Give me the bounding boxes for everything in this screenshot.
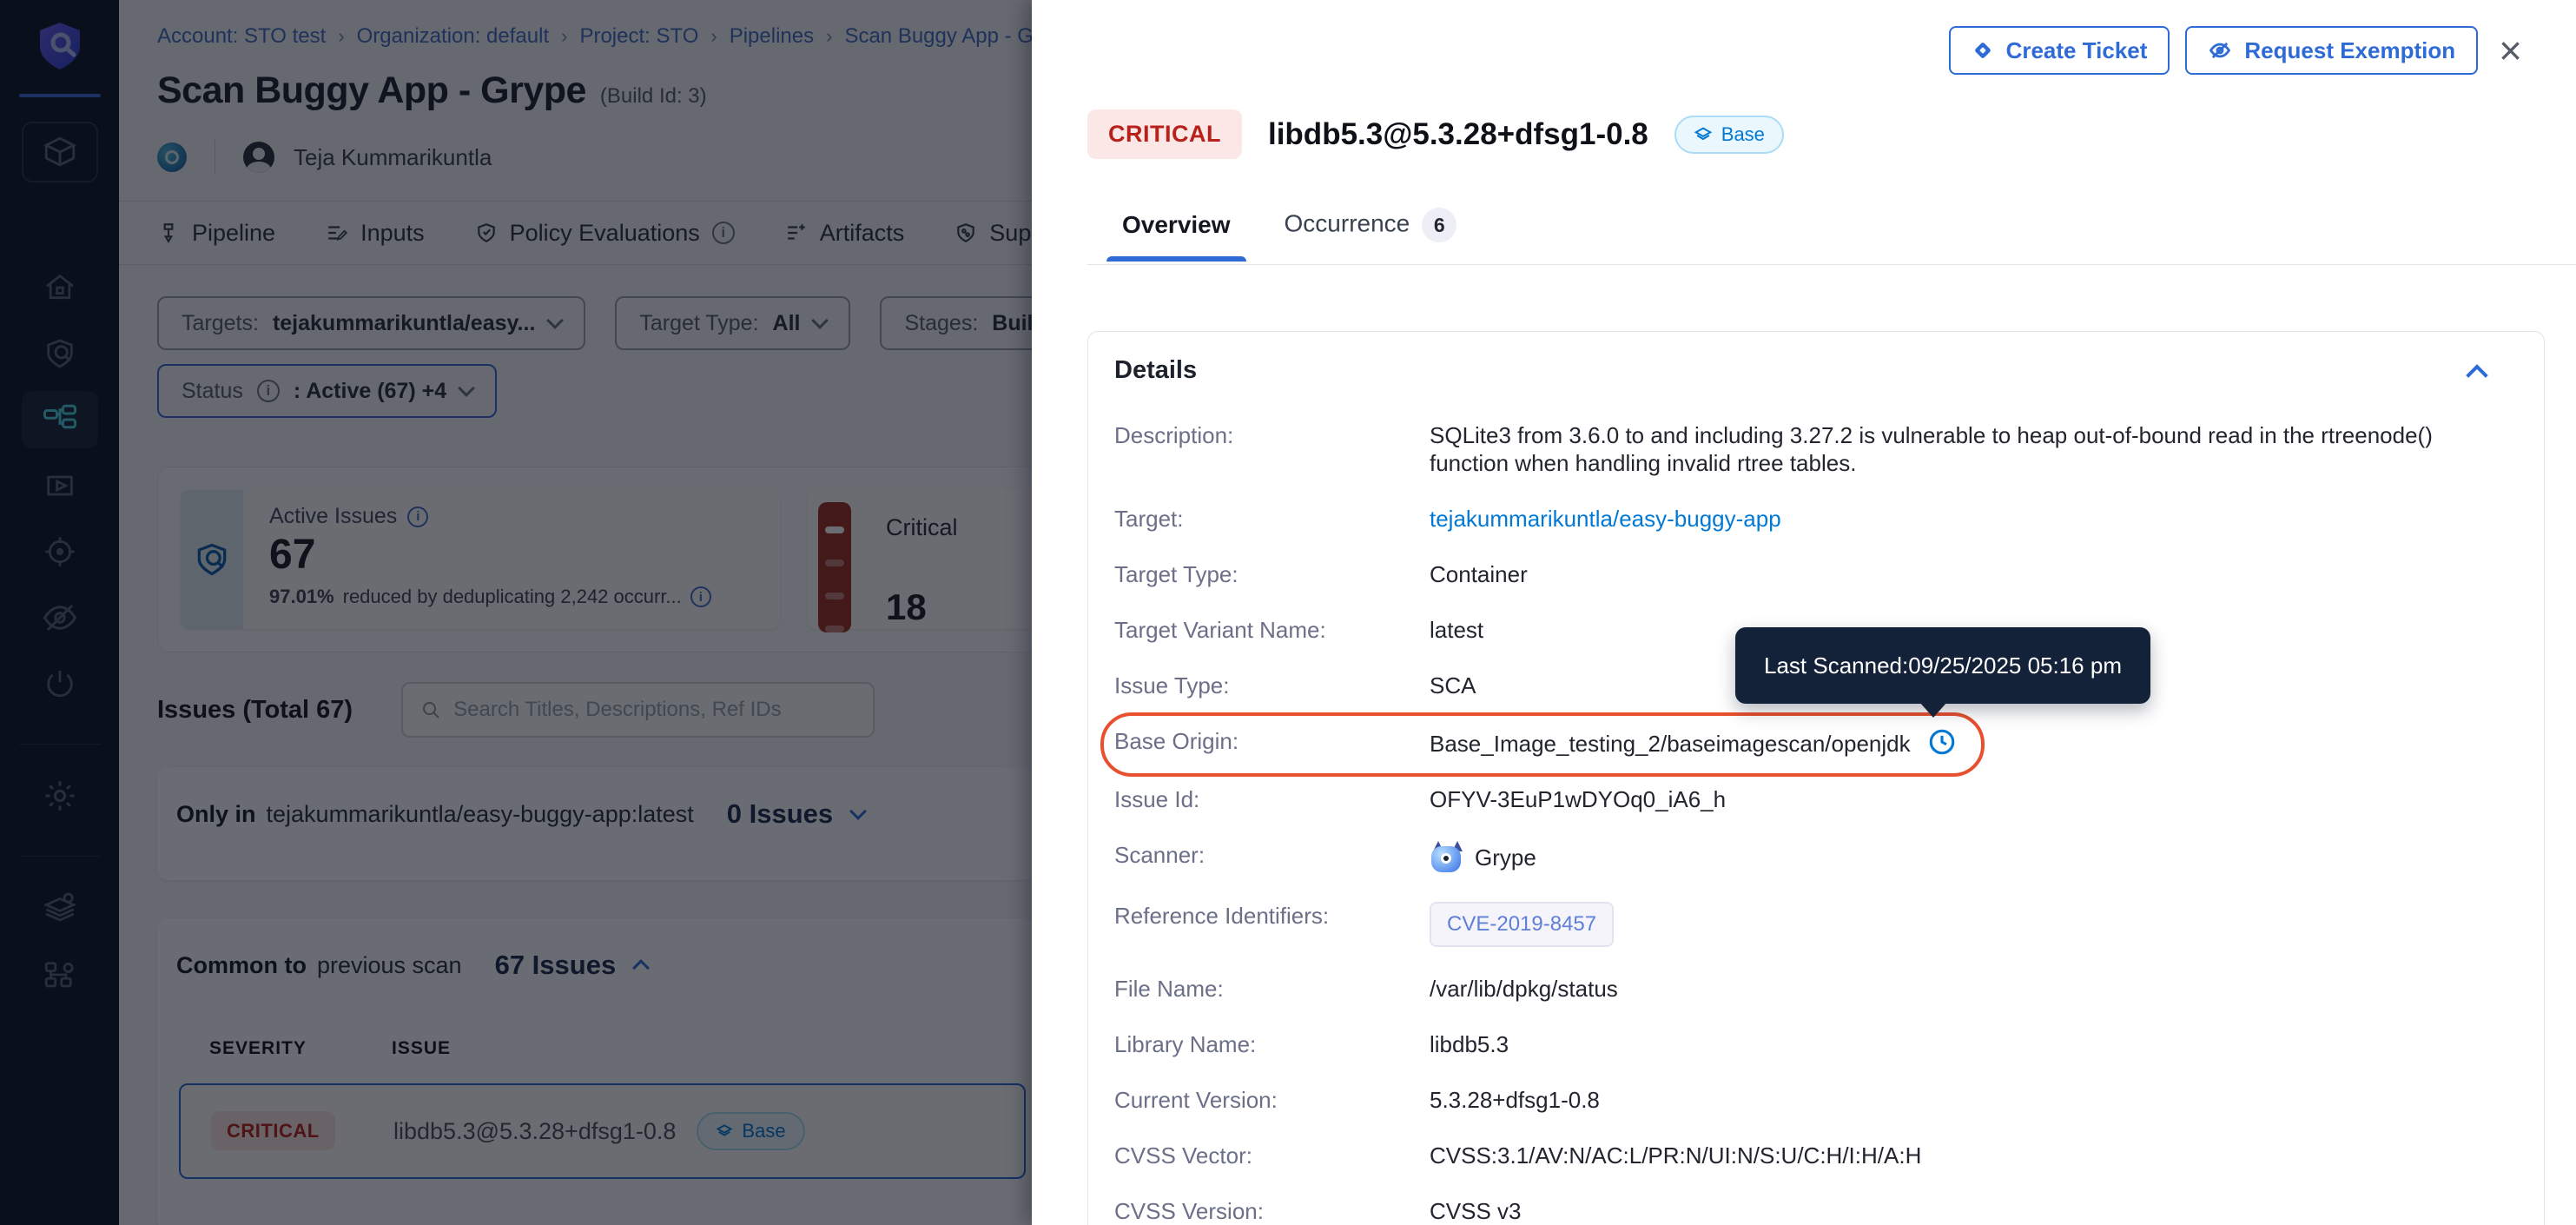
- detail-row-cvss-version: CVSS Version: CVSS v3: [1114, 1183, 2509, 1225]
- detail-row-target: Target: tejakummarikuntla/easy-buggy-app: [1114, 491, 2509, 546]
- tab-occurrence[interactable]: Occurrence6: [1285, 208, 1457, 265]
- last-scanned-tooltip: Last Scanned:09/25/2025 05:16 pm: [1735, 627, 2150, 704]
- close-drawer-button[interactable]: ×: [2493, 30, 2527, 70]
- detail-row-library-name: Library Name: libdb5.3: [1114, 1016, 2509, 1072]
- detail-row-issue-id: Issue Id: OFYV-3EuP1wDYOq0_iA6_h: [1114, 771, 2509, 827]
- tab-overview[interactable]: Overview: [1122, 211, 1231, 262]
- details-card-header: Details: [1114, 356, 2509, 385]
- modal-dim-overlay[interactable]: [0, 0, 1032, 1225]
- issue-details-drawer: Create Ticket Request Exemption × CRITIC…: [1032, 0, 2576, 1225]
- drawer-actions: Create Ticket Request Exemption ×: [1949, 26, 2527, 75]
- detail-row-base-origin: Base Origin: Base_Image_testing_2/baseim…: [1114, 713, 2509, 771]
- critical-severity-badge: CRITICAL: [1087, 109, 1242, 159]
- collapse-section-chevron-icon[interactable]: [2466, 364, 2487, 386]
- issue-title: libdb5.3@5.3.28+dfsg1-0.8: [1268, 117, 1648, 152]
- detail-row-current-version: Current Version: 5.3.28+dfsg1-0.8: [1114, 1072, 2509, 1128]
- cve-reference-pill[interactable]: CVE-2019-8457: [1430, 902, 1614, 947]
- grype-scanner-icon: [1430, 841, 1463, 874]
- layers-icon: [1694, 125, 1713, 144]
- detail-row-description: Description: SQLite3 from 3.6.0 to and i…: [1114, 407, 2509, 491]
- detail-row-reference-identifiers: Reference Identifiers: CVE-2019-8457: [1114, 888, 2509, 961]
- detail-row-cvss-vector: CVSS Vector: CVSS:3.1/AV:N/AC:L/PR:N/UI:…: [1114, 1128, 2509, 1183]
- details-card: Details Last Scanned:09/25/2025 05:16 pm…: [1087, 331, 2545, 1225]
- ticket-diamond-icon: [1972, 39, 1994, 62]
- drawer-tabs: Overview Occurrence6: [1087, 208, 2576, 265]
- target-link[interactable]: tejakummarikuntla/easy-buggy-app: [1430, 506, 1781, 532]
- eye-slash-icon: [2208, 38, 2232, 63]
- base-tag-pill: Base: [1674, 116, 1784, 154]
- request-exemption-button[interactable]: Request Exemption: [2185, 26, 2478, 75]
- detail-row-scanner: Scanner: Grype: [1114, 827, 2509, 888]
- create-ticket-button[interactable]: Create Ticket: [1949, 26, 2170, 75]
- last-scanned-clock-icon[interactable]: [1927, 727, 1957, 757]
- app-root: Account: STO test› Organization: default…: [0, 0, 2576, 1225]
- issue-title-row: CRITICAL libdb5.3@5.3.28+dfsg1-0.8 Base: [1087, 0, 2576, 159]
- occurrence-count-badge: 6: [1422, 208, 1456, 242]
- details-rows: Description: SQLite3 from 3.6.0 to and i…: [1114, 407, 2509, 1225]
- detail-row-file-name: File Name: /var/lib/dpkg/status: [1114, 961, 2509, 1016]
- detail-row-target-type: Target Type: Container: [1114, 546, 2509, 602]
- tabs-divider: [1087, 264, 2576, 265]
- details-section-title: Details: [1114, 356, 1197, 385]
